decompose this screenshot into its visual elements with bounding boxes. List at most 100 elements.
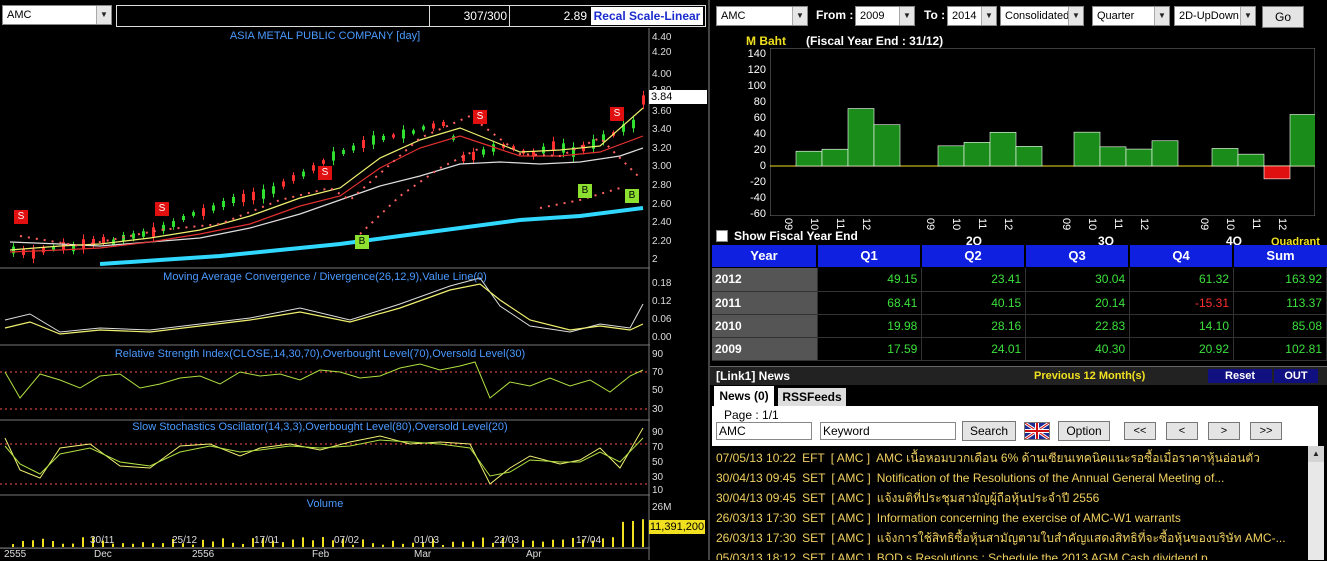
out-button[interactable]: OUT (1274, 369, 1318, 383)
sell-signal-marker: S (318, 166, 332, 180)
fin-y-tick: 60 (753, 112, 766, 124)
bar-q3-2011[interactable] (1125, 148, 1153, 167)
candle-body (412, 130, 415, 134)
bar-q2-2011[interactable] (989, 131, 1017, 167)
count-readout: 307/300 (463, 9, 507, 23)
sell-signal-marker: S (610, 107, 624, 121)
go-button[interactable]: Go (1262, 6, 1304, 28)
col-header-q4[interactable]: Q4 (1130, 245, 1232, 267)
macd-signal (4, 283, 644, 335)
chart-symbol-select[interactable]: AMC ▼ (2, 5, 112, 25)
bar-q4-2012[interactable] (1289, 114, 1315, 167)
stoch-tick: 90 (652, 427, 664, 438)
reset-button[interactable]: Reset (1208, 369, 1272, 383)
next-page-button[interactable]: > (1208, 422, 1240, 440)
stoch-title: Slow Stochastics Oscillator(14,3,3),Over… (132, 421, 508, 433)
price-tick: 3.00 (652, 161, 672, 172)
date-label: 17/01 (254, 535, 280, 546)
bar-q2-2012[interactable] (1015, 146, 1043, 167)
from-label: From : (816, 8, 854, 22)
price-tick: 4.00 (652, 69, 672, 80)
rsi-tick: 50 (652, 385, 664, 396)
tab-news[interactable]: News (0) (714, 386, 774, 406)
bar-q4-2009[interactable] (1211, 148, 1239, 167)
candle-body (642, 95, 645, 105)
list-item[interactable]: 26/03/13 17:30 SET [ AMC ] Information conc… (716, 508, 1296, 528)
price-tick: 2.60 (652, 199, 672, 210)
stoch-tick: 30 (652, 472, 664, 483)
macd-title: Moving Average Convergence / Divergence(… (163, 271, 487, 283)
table-row[interactable]: 2012 49.15 23.41 30.04 61.32 163.92 (712, 268, 1327, 292)
bar-q1-2012[interactable] (873, 124, 901, 167)
list-item[interactable]: 05/03/13 18:12 SET [ AMC ] BOD s Resolution… (716, 548, 1296, 560)
table-row[interactable]: 2011 68.41 40.15 20.14 -15.31 113.37 (712, 291, 1327, 315)
rsi-title: Relative Strength Index(CLOSE,14,30,70),… (114, 348, 526, 360)
divider (509, 6, 510, 26)
last-page-button[interactable]: >> (1250, 422, 1282, 440)
chevron-down-icon: ▼ (899, 7, 914, 25)
bar-q3-2010[interactable] (1099, 146, 1127, 167)
first-page-button[interactable]: << (1124, 422, 1156, 440)
view-select[interactable]: 2D-UpDown ▼ (1174, 6, 1256, 26)
option-button[interactable]: Option (1058, 421, 1110, 441)
news-header-bar: [Link1] News Previous 12 Month(s) Reset … (710, 366, 1327, 385)
bar-q4-2011[interactable] (1263, 165, 1291, 180)
candle-body (302, 171, 305, 177)
price-chart[interactable] (0, 28, 650, 560)
stoch-tick: 50 (652, 457, 664, 468)
bar-q1-2011[interactable] (847, 108, 875, 167)
news-symbol: [ AMC ] (830, 451, 871, 465)
candle-body (292, 175, 295, 181)
period-select[interactable]: Quarter ▼ (1092, 6, 1170, 26)
volume-title: Volume (306, 498, 344, 510)
bar-q1-2009[interactable] (795, 150, 823, 167)
candle-body (42, 247, 45, 253)
col-header-q3[interactable]: Q3 (1026, 245, 1128, 267)
recal-scale-button[interactable]: Recal Scale-Linear (591, 7, 703, 25)
fin-symbol-select[interactable]: AMC ▼ (716, 6, 808, 26)
date-label: 30/11 (90, 535, 115, 546)
col-header-q1[interactable]: Q1 (818, 245, 920, 267)
fin-bar-chart[interactable] (770, 48, 1315, 216)
bar-q2-2010[interactable] (963, 142, 991, 167)
prev-page-button[interactable]: < (1166, 422, 1198, 440)
q2-cell: 24.01 (921, 337, 1027, 361)
news-panel-title: [Link1] News (716, 369, 791, 383)
news-source: SET (802, 491, 826, 505)
page-indicator: Page : 1/1 (724, 408, 779, 422)
show-fiscal-checkbox[interactable] (716, 230, 728, 242)
list-item[interactable]: 30/04/13 09:45 SET [ AMC ] แจ้งมติที่ประชุม… (716, 488, 1296, 508)
candle-body (542, 146, 545, 154)
ma-cyan (99, 206, 644, 266)
col-header-sum[interactable]: Sum (1234, 245, 1327, 267)
bar-q1-2010[interactable] (821, 148, 849, 167)
news-symbol-input[interactable] (716, 422, 812, 440)
list-item[interactable]: 30/04/13 09:45 SET [ AMC ] Notification of … (716, 468, 1296, 488)
scroll-up-icon[interactable]: ▲ (1308, 446, 1324, 462)
date-label: 17/04 (576, 535, 602, 546)
statement-select[interactable]: Consolidated ▼ (1000, 6, 1084, 26)
col-header-q2[interactable]: Q2 (922, 245, 1024, 267)
news-scrollbar[interactable]: ▲ (1308, 446, 1324, 560)
q3-cell: 30.04 (1025, 268, 1131, 292)
price-tick: 4.40 (652, 32, 672, 43)
to-year-select[interactable]: 2014 ▼ (947, 6, 997, 26)
from-year-select[interactable]: 2009 ▼ (855, 6, 915, 26)
list-item[interactable]: 07/05/13 10:22 EFT [ AMC ] AMC เนื้อหอมบวกเ… (716, 448, 1296, 468)
bar-q4-2010[interactable] (1237, 153, 1265, 167)
search-button[interactable]: Search (962, 421, 1016, 441)
bar-q3-2009[interactable] (1073, 131, 1101, 167)
table-row[interactable]: 2010 19.98 28.16 22.83 14.10 85.08 (712, 314, 1327, 338)
tab-rss[interactable]: RSSFeeds (778, 388, 846, 406)
candle-body (222, 200, 225, 208)
bar-q2-2009[interactable] (937, 145, 965, 167)
q1-cell: 68.41 (817, 291, 923, 315)
list-item[interactable]: 26/03/13 17:30 SET [ AMC ] แจ้งการใช้สิทธิซ… (716, 528, 1296, 548)
keyword-input[interactable] (820, 422, 956, 440)
col-header-year[interactable]: Year (712, 245, 816, 267)
bar-q3-2012[interactable] (1151, 140, 1179, 167)
table-row[interactable]: 2009 17.59 24.01 40.30 20.92 102.81 (712, 337, 1327, 361)
uk-flag-icon[interactable] (1024, 421, 1050, 441)
q1-cell: 49.15 (817, 268, 923, 292)
candle-body (322, 160, 325, 164)
